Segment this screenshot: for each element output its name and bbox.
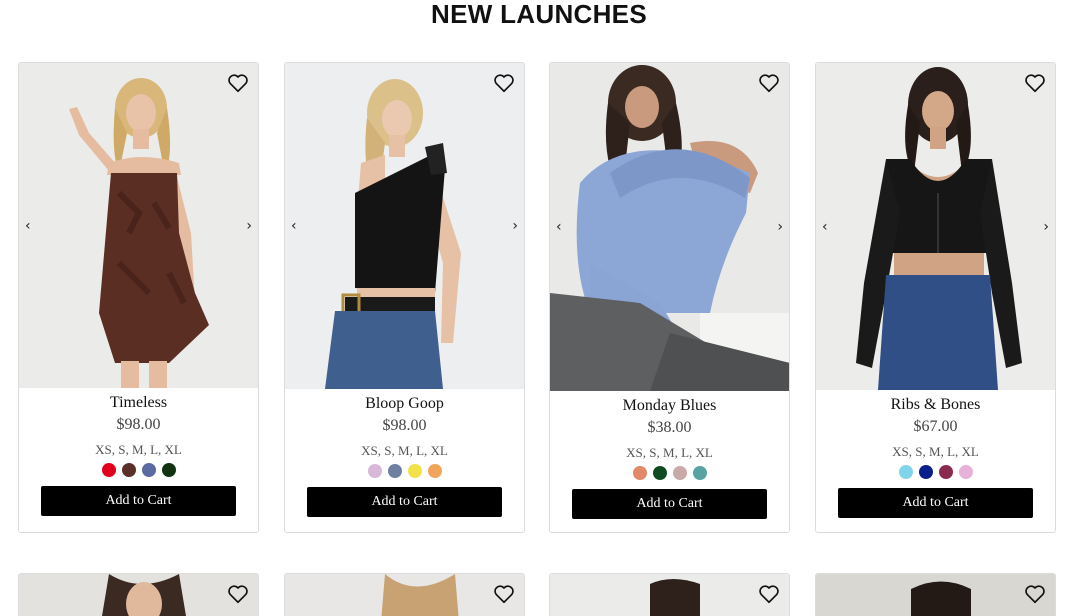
- add-to-cart-button[interactable]: Add to Cart: [307, 487, 502, 517]
- wishlist-heart-icon[interactable]: [227, 583, 249, 605]
- carousel-next-arrow-icon[interactable]: ›: [512, 219, 518, 233]
- product-image[interactable]: [285, 574, 524, 616]
- wishlist-heart-icon[interactable]: [493, 583, 515, 605]
- color-swatches: [285, 464, 524, 478]
- product-card[interactable]: [549, 573, 790, 616]
- carousel-prev-arrow-icon[interactable]: ‹: [822, 220, 828, 234]
- color-swatch[interactable]: [898, 465, 913, 479]
- wishlist-heart-icon[interactable]: [758, 583, 780, 605]
- add-to-cart-button[interactable]: Add to Cart: [838, 488, 1033, 518]
- product-grid-page: NEW LAUNCHES ‹ › Timeless $98.00 XS, S, …: [0, 0, 1078, 616]
- model-photo: [285, 63, 524, 389]
- wishlist-heart-icon[interactable]: [1024, 72, 1046, 94]
- wishlist-heart-icon[interactable]: [493, 72, 515, 94]
- product-sizes: XS, S, M, L, XL: [95, 442, 182, 457]
- color-swatch[interactable]: [918, 465, 933, 479]
- add-to-cart-button[interactable]: Add to Cart: [572, 489, 767, 519]
- color-swatch[interactable]: [938, 465, 953, 479]
- model-photo: [19, 63, 258, 388]
- color-swatch[interactable]: [427, 464, 442, 478]
- model-photo: [550, 63, 789, 391]
- product-image[interactable]: ‹ ›: [550, 63, 789, 391]
- product-sizes: XS, S, M, L, XL: [892, 444, 979, 459]
- product-image[interactable]: [19, 574, 258, 616]
- product-name[interactable]: Ribs & Bones: [816, 396, 1055, 414]
- product-sizes: XS, S, M, L, XL: [626, 445, 713, 460]
- model-photo: [285, 574, 524, 616]
- wishlist-heart-icon[interactable]: [227, 72, 249, 94]
- carousel-prev-arrow-icon[interactable]: ‹: [556, 220, 562, 234]
- model-photo: [550, 574, 789, 616]
- wishlist-heart-icon[interactable]: [1024, 583, 1046, 605]
- color-swatches: [550, 466, 789, 480]
- color-swatch[interactable]: [692, 466, 707, 480]
- carousel-prev-arrow-icon[interactable]: ‹: [291, 219, 297, 233]
- color-swatches: [19, 463, 258, 477]
- carousel-next-arrow-icon[interactable]: ›: [246, 219, 252, 233]
- product-name[interactable]: Monday Blues: [550, 397, 789, 415]
- product-image[interactable]: ‹ ›: [19, 63, 258, 388]
- color-swatch[interactable]: [958, 465, 973, 479]
- product-image[interactable]: [816, 574, 1055, 616]
- color-swatch[interactable]: [632, 466, 647, 480]
- carousel-prev-arrow-icon[interactable]: ‹: [25, 219, 31, 233]
- section-title: NEW LAUNCHES: [431, 0, 647, 29]
- color-swatch[interactable]: [407, 464, 422, 478]
- add-to-cart-button[interactable]: Add to Cart: [41, 486, 236, 516]
- product-card[interactable]: [284, 573, 525, 616]
- color-swatch[interactable]: [652, 466, 667, 480]
- color-swatch[interactable]: [141, 463, 156, 477]
- carousel-next-arrow-icon[interactable]: ›: [1043, 220, 1049, 234]
- color-swatch[interactable]: [101, 463, 116, 477]
- product-image[interactable]: [550, 574, 789, 616]
- product-price: $98.00: [116, 416, 161, 433]
- product-image[interactable]: ‹ ›: [816, 63, 1055, 390]
- product-details: Monday Blues $38.00 XS, S, M, L, XL Add …: [550, 397, 789, 519]
- color-swatches: [816, 465, 1055, 479]
- carousel-next-arrow-icon[interactable]: ›: [777, 220, 783, 234]
- color-swatch[interactable]: [121, 463, 136, 477]
- product-details: Timeless $98.00 XS, S, M, L, XL Add to C…: [19, 394, 258, 516]
- product-price: $67.00: [913, 418, 958, 435]
- product-details: Ribs & Bones $67.00 XS, S, M, L, XL Add …: [816, 396, 1055, 518]
- color-swatch[interactable]: [161, 463, 176, 477]
- color-swatch[interactable]: [367, 464, 382, 478]
- product-price: $98.00: [382, 417, 427, 434]
- product-card[interactable]: ‹ › Monday Blues $38.00 XS, S, M, L, XL …: [549, 62, 790, 533]
- product-image[interactable]: ‹ ›: [285, 63, 524, 389]
- product-price: $38.00: [647, 419, 692, 436]
- wishlist-heart-icon[interactable]: [758, 72, 780, 94]
- product-sizes: XS, S, M, L, XL: [361, 443, 448, 458]
- color-swatch[interactable]: [387, 464, 402, 478]
- product-name[interactable]: Timeless: [19, 394, 258, 412]
- model-photo: [816, 574, 1055, 616]
- product-card[interactable]: [18, 573, 259, 616]
- product-card[interactable]: [815, 573, 1056, 616]
- model-photo: [19, 574, 258, 616]
- color-swatch[interactable]: [672, 466, 687, 480]
- product-card[interactable]: ‹ › Timeless $98.00 XS, S, M, L, XL Add …: [18, 62, 259, 533]
- product-details: Bloop Goop $98.00 XS, S, M, L, XL Add to…: [285, 395, 524, 517]
- product-name[interactable]: Bloop Goop: [285, 395, 524, 413]
- product-card[interactable]: ‹ › Bloop Goop $98.00 XS, S, M, L, XL Ad…: [284, 62, 525, 533]
- model-photo: [816, 63, 1055, 390]
- product-card[interactable]: ‹ › Ribs & Bones $67.00 XS, S, M, L, XL …: [815, 62, 1056, 533]
